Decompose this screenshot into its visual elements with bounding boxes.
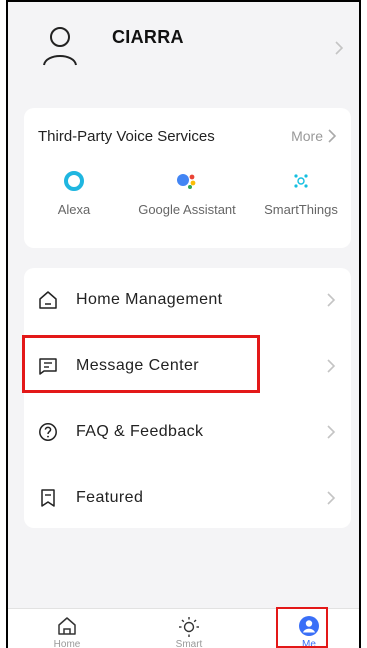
sun-icon	[179, 617, 199, 637]
tab-label: Smart	[175, 639, 203, 648]
service-label: Alexa	[57, 202, 91, 217]
avatar-icon	[43, 27, 77, 66]
chevron-right-icon[interactable]	[333, 40, 345, 56]
chevron-right-icon	[327, 491, 336, 505]
bookmark-icon	[41, 489, 55, 507]
more-label: More	[291, 128, 323, 144]
google-assistant-icon	[177, 174, 196, 189]
more-link[interactable]: More	[291, 128, 337, 144]
menu-item-label: Featured	[76, 489, 144, 506]
menu-item-label: FAQ & Feedback	[76, 423, 204, 440]
chevron-right-icon	[327, 293, 336, 307]
service-smartthings[interactable]: SmartThings	[251, 170, 351, 217]
tab-label: Home	[53, 639, 81, 648]
tab-home[interactable]: Home	[32, 609, 102, 648]
tab-me[interactable]: Me	[274, 609, 344, 648]
home-outline-icon	[58, 617, 76, 635]
menu-item-faq-feedback[interactable]: FAQ & Feedback	[24, 404, 351, 460]
service-alexa[interactable]: Alexa	[24, 170, 124, 217]
menu-item-home-management[interactable]: Home Management	[24, 272, 351, 328]
menu-item-label: Home Management	[76, 291, 223, 308]
message-icon	[39, 358, 57, 375]
tab-smart[interactable]: Smart	[154, 609, 224, 648]
username: CIARRA	[112, 27, 184, 47]
service-label: Google Assistant	[138, 202, 236, 217]
bottom-tab-bar: Home Smart Me	[8, 608, 359, 648]
house-icon	[39, 291, 57, 309]
alexa-icon	[64, 171, 84, 191]
chevron-right-icon	[328, 129, 337, 143]
voice-services-list: Alexa Google Assistant SmartThings	[24, 170, 351, 240]
app-screen: CIARRA Third-Party Voice Services More A…	[6, 0, 361, 648]
menu-card: Home Management Message Center FAQ & Fee	[24, 268, 351, 528]
service-google-assistant[interactable]: Google Assistant	[137, 170, 237, 217]
voice-services-card: Third-Party Voice Services More Alexa Go…	[24, 108, 351, 248]
question-icon	[39, 423, 57, 441]
menu-item-label: Message Center	[76, 357, 199, 374]
voice-services-title: Third-Party Voice Services	[38, 128, 215, 145]
menu-item-featured[interactable]: Featured	[24, 470, 351, 526]
smartthings-icon	[294, 174, 308, 188]
user-icon	[299, 616, 319, 636]
chevron-right-icon	[327, 359, 336, 373]
chevron-right-icon	[327, 425, 336, 439]
service-label: SmartThings	[264, 202, 338, 217]
profile-header[interactable]: CIARRA	[8, 2, 359, 92]
menu-item-message-center[interactable]: Message Center	[24, 338, 351, 394]
tab-label: Me	[302, 639, 316, 648]
